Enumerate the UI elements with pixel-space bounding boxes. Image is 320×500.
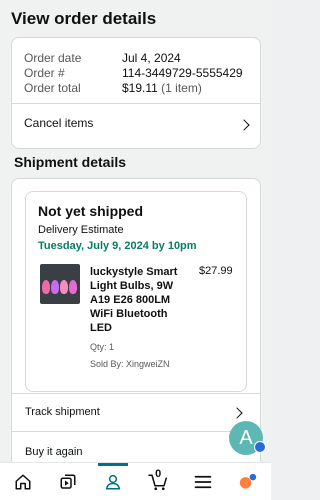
bulb-shape xyxy=(60,280,68,294)
product-name-link[interactable]: luckystyle Smart Light Bulbs, 9W A19 E26… xyxy=(90,265,186,335)
delivery-estimate-date: Tuesday, July 9, 2024 by 10pm xyxy=(38,240,197,252)
nav-menu[interactable] xyxy=(181,463,226,500)
nav-library[interactable] xyxy=(45,463,90,500)
cancel-items-button[interactable]: Cancel items xyxy=(12,104,260,149)
shipment-item-box: Not yet shipped Delivery Estimate Tuesda… xyxy=(25,191,247,392)
page-title: View order details xyxy=(11,9,157,28)
chevron-right-icon xyxy=(238,119,250,131)
bulb-shape xyxy=(42,280,50,294)
divider xyxy=(12,393,260,394)
cart-icon xyxy=(148,474,168,490)
active-indicator xyxy=(97,463,128,466)
order-total-label: Order total xyxy=(24,81,81,95)
product-quantity: Qty: 1 xyxy=(90,342,115,352)
bottom-nav: 0 xyxy=(0,462,271,500)
order-date-value: Jul 4, 2024 xyxy=(122,51,181,65)
buy-it-again-button[interactable]: Buy it again xyxy=(25,446,82,458)
shipment-heading: Shipment details xyxy=(14,154,127,170)
shipment-status: Not yet shipped xyxy=(38,203,144,219)
cancel-items-label: Cancel items xyxy=(24,116,94,130)
track-shipment-label: Track shipment xyxy=(25,406,100,418)
nav-ai-assistant[interactable] xyxy=(226,463,271,500)
order-number-value: 114-3449729-5555429 xyxy=(122,66,243,80)
order-summary-card: Order date Jul 4, 2024 Order # 114-34497… xyxy=(11,37,261,149)
product-price: $27.99 xyxy=(199,265,233,277)
bulb-shape xyxy=(69,280,77,294)
product-image[interactable] xyxy=(40,264,80,304)
nav-cart[interactable]: 0 xyxy=(136,463,181,500)
order-number-label: Order # xyxy=(24,66,65,80)
bulb-shape xyxy=(51,280,59,294)
order-total-items: (1 item) xyxy=(161,81,202,95)
product-seller: Sold By: XingweiZN xyxy=(90,359,170,369)
menu-icon xyxy=(194,475,212,488)
order-details-page: View order details Order date Jul 4, 202… xyxy=(0,0,271,462)
nav-account[interactable] xyxy=(90,463,135,500)
nav-home[interactable] xyxy=(0,463,45,500)
order-date-label: Order date xyxy=(24,51,82,65)
library-icon xyxy=(60,474,76,489)
home-icon xyxy=(15,474,31,489)
order-total-value: $19.11 (1 item) xyxy=(122,81,202,95)
delivery-estimate-label: Delivery Estimate xyxy=(38,224,124,236)
ai-sparkle-icon xyxy=(240,473,257,489)
account-icon xyxy=(105,474,121,489)
order-total-amount: $19.11 xyxy=(122,81,158,95)
chat-badge-icon xyxy=(254,441,266,453)
divider xyxy=(12,431,260,432)
